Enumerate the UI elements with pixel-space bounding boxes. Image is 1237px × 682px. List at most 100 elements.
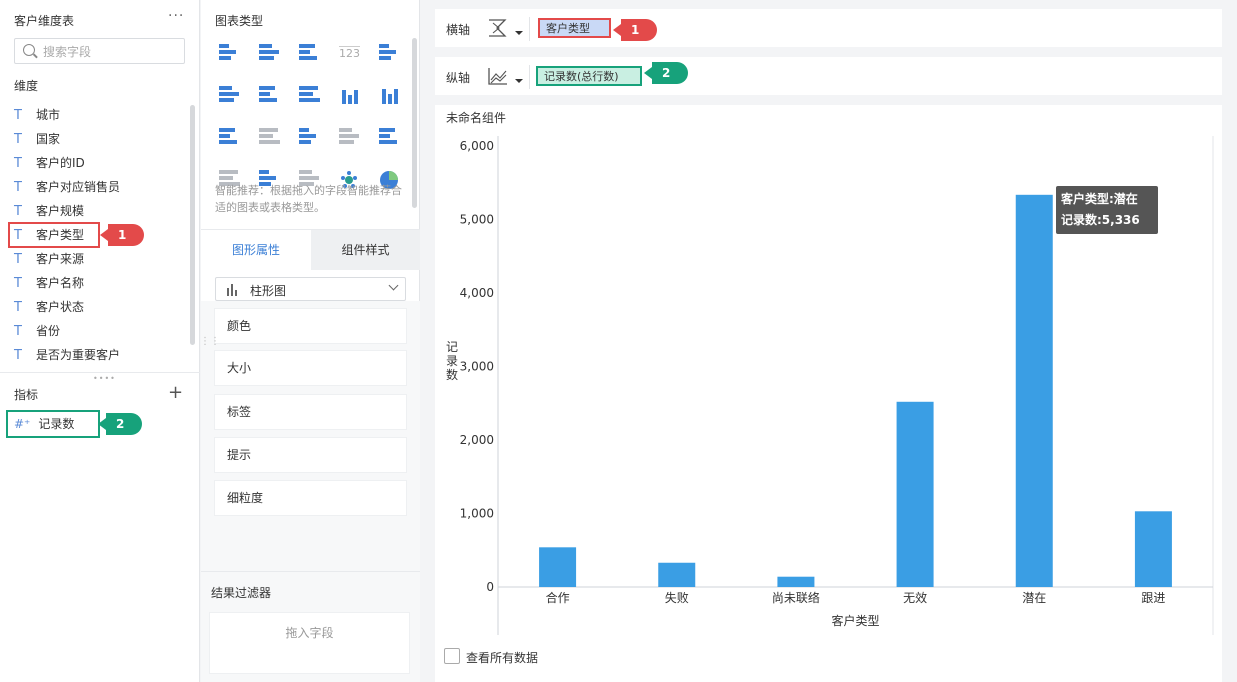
chart-type-bar-icon[interactable] — [339, 86, 361, 104]
x-tick-label: 潜在 — [1022, 591, 1046, 605]
dimensions-label: 维度 — [14, 79, 39, 93]
chart-type-multi-bar-icon[interactable] — [299, 86, 321, 104]
annotation-badge-1b: 1 — [613, 19, 657, 41]
text-type-icon: T — [14, 348, 22, 363]
chart-type-radar-icon[interactable] — [379, 128, 401, 146]
separator — [529, 17, 530, 41]
chart-type-colored-table-icon[interactable] — [379, 44, 401, 62]
dimension-field[interactable]: T 客户类型 — [8, 222, 100, 248]
x-tick-label: 跟进 — [1141, 591, 1165, 605]
annotation-badge-2: 2 — [98, 413, 142, 435]
bar-chart-icon — [226, 284, 240, 296]
y-tick-label: 0 — [486, 580, 494, 594]
tooltip-line-category: 客户类型:潜在 — [1061, 192, 1138, 206]
dimension-field[interactable]: T 城市 — [14, 104, 60, 126]
chart-type-detail-table-icon[interactable] — [299, 44, 321, 62]
result-filter-title: 结果过滤器 — [211, 586, 272, 600]
y-tick-label: 5,000 — [460, 213, 494, 227]
chart-tooltip: 客户类型:潜在 记录数:5,336 — [1056, 186, 1158, 234]
dimension-field[interactable]: T 客户状态 — [14, 296, 84, 318]
component-title[interactable]: 未命名组件 — [435, 105, 1222, 131]
field-label: 客户来源 — [36, 252, 85, 266]
measures-label: 指标 — [14, 388, 39, 402]
y-tick-label: 3,000 — [460, 360, 494, 374]
field-list-scrollbar[interactable] — [190, 105, 195, 345]
y-axis-title: 记录数 — [446, 340, 458, 382]
dimension-field[interactable]: T 是否为重要客户 — [14, 344, 120, 366]
dimension-field[interactable]: T 省份 — [14, 320, 60, 342]
caret-down-icon[interactable] — [515, 79, 523, 83]
text-type-icon: T — [14, 276, 22, 291]
field-panel: 客户维度表 ··· 搜索字段 维度 T 城市 T 国家 T 客户的ID T 客户对应销售员 T 客… — [0, 0, 200, 682]
field-label: 客户对应销售员 — [36, 180, 121, 194]
field-label: 城市 — [36, 108, 61, 122]
dimension-field[interactable]: T 客户的ID — [14, 152, 85, 174]
measure-field-record-count[interactable]: #⁺ 记录数 — [6, 410, 100, 438]
property-granularity[interactable]: 细粒度 — [215, 481, 406, 515]
table-title: 客户维度表 — [14, 14, 75, 28]
field-label: 记录数 — [38, 417, 75, 431]
chart-type-gantt-icon[interactable] — [219, 128, 241, 146]
chart-type-area-line-icon[interactable] — [339, 128, 361, 146]
chart-type-heatmap-icon[interactable] — [259, 86, 281, 104]
measure-axis-icon[interactable] — [487, 66, 509, 86]
more-icon[interactable]: ··· — [168, 8, 184, 24]
field-label: 是否为重要客户 — [36, 348, 121, 362]
property-label[interactable]: 标签 — [215, 395, 406, 429]
text-type-icon: T — [14, 108, 22, 123]
field-label: 客户规模 — [36, 204, 85, 218]
property-size[interactable]: 大小 — [215, 351, 406, 385]
text-type-icon: T — [14, 228, 22, 243]
bar-4 — [1015, 194, 1053, 587]
y-tick-label: 6,000 — [460, 139, 494, 153]
tab-graph-properties[interactable]: 图形属性 — [201, 230, 311, 270]
view-all-data-checkbox[interactable] — [444, 648, 460, 664]
number-type-icon: #⁺ — [14, 417, 31, 431]
text-type-icon: T — [14, 204, 22, 219]
x-axis-field-pill[interactable]: 客户类型 — [538, 18, 611, 38]
resize-grip-icon[interactable]: •••• — [93, 374, 116, 383]
chart-type-dot-table-icon[interactable] — [219, 86, 241, 104]
x-tick-label: 合作 — [546, 590, 570, 605]
search-input[interactable]: 搜索字段 — [14, 38, 185, 64]
dimension-field[interactable]: T 客户规模 — [14, 200, 84, 222]
text-type-icon: T — [14, 300, 22, 315]
dimension-field[interactable]: T 客户来源 — [14, 248, 84, 270]
chart-type-line-icon[interactable] — [299, 128, 321, 146]
chart-type-scatter-step-icon[interactable] — [259, 128, 281, 146]
field-label: 客户的ID — [36, 156, 85, 170]
number-card-text: 123 — [339, 46, 360, 60]
dimension-axis-icon[interactable] — [487, 18, 509, 38]
chart-type-grouped-table-icon[interactable] — [259, 44, 281, 62]
x-axis-title: 客户类型 — [831, 613, 879, 628]
y-axis-field-pill[interactable]: 记录数(总行数) — [536, 66, 642, 86]
property-color[interactable]: 颜色 — [215, 309, 406, 343]
property-tooltip[interactable]: 提示 — [215, 438, 406, 472]
field-label: 国家 — [36, 132, 61, 146]
text-type-icon: T — [14, 180, 22, 195]
chart-type-number-card-icon[interactable]: 123 — [339, 44, 361, 62]
chart-type-column-icon[interactable] — [379, 86, 401, 104]
text-type-icon: T — [14, 132, 22, 147]
panel-resize-grip-icon[interactable]: ⋮⋮ — [200, 336, 220, 347]
annotation-badge-1: 1 — [100, 224, 144, 246]
dimension-field[interactable]: T 国家 — [14, 128, 60, 150]
text-type-icon: T — [14, 324, 22, 339]
x-tick-label: 失败 — [665, 590, 689, 605]
x-axis-bar: 横轴 客户类型 — [435, 9, 1222, 47]
chart-type-table-icon[interactable] — [219, 44, 241, 62]
field-label: 客户名称 — [36, 276, 85, 290]
chart-type-select[interactable]: 柱形图 — [215, 277, 406, 301]
caret-down-icon[interactable] — [515, 31, 523, 35]
add-measure-button[interactable]: + — [168, 382, 183, 403]
y-axis-bar: 纵轴 记录数(总行数) — [435, 57, 1222, 95]
filter-drop-zone[interactable]: 拖入字段 — [209, 612, 410, 674]
tab-component-style[interactable]: 组件样式 — [311, 230, 420, 270]
chart-type-scrollbar[interactable] — [412, 38, 417, 208]
field-label: 客户类型 — [36, 228, 85, 242]
search-placeholder: 搜索字段 — [43, 45, 92, 59]
dimension-field[interactable]: T 客户名称 — [14, 272, 84, 294]
bar-0 — [539, 547, 577, 587]
dimension-field[interactable]: T 客户对应销售员 — [14, 176, 120, 198]
chart-type-title: 图表类型 — [215, 14, 264, 28]
